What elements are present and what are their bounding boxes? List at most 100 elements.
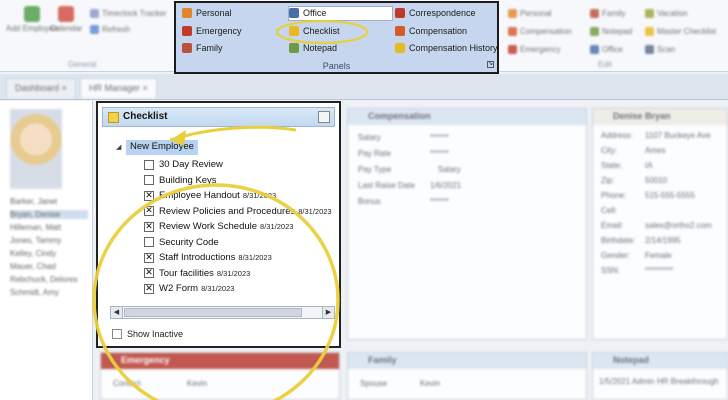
field-value: Kevin (187, 379, 208, 388)
edit-family-button[interactable]: Family (590, 9, 626, 18)
dialog-launcher-icon[interactable]: ↘ (487, 61, 494, 68)
field-value: Kevin (420, 379, 441, 388)
edit-personal-button[interactable]: Personal (508, 9, 552, 18)
family-card-title: Family (348, 353, 586, 369)
checklist-item[interactable]: ✕ Tour facilities 8/31/2023 (144, 268, 250, 279)
scroll-right-icon[interactable]: ▶ (322, 307, 334, 318)
edit-compensation-button[interactable]: Compensation (508, 27, 572, 36)
checklist-item-date: 8/31/2023 (216, 268, 251, 278)
field-value: Ames (645, 146, 666, 155)
panel-family[interactable]: Family (182, 43, 223, 53)
checklist-highlight-ellipse (275, 19, 369, 45)
vacation-icon (645, 9, 654, 18)
field-value: ****** (430, 149, 449, 158)
scrollbar-thumb[interactable] (124, 308, 302, 317)
list-item[interactable]: Kelley, Cindy (10, 249, 56, 258)
tree-node-new-employee[interactable]: New Employee (126, 140, 198, 155)
scan-button[interactable]: Scan (645, 45, 675, 54)
scroll-left-icon[interactable]: ◀ (111, 307, 123, 318)
checked-checkbox[interactable]: ✕ (144, 206, 154, 216)
checklist-item[interactable]: ✕ Staff Introductions 8/31/2023 (144, 252, 272, 263)
checklist-item-label: Review Work Schedule (159, 221, 258, 232)
checklist-item[interactable]: ✕ W2 Form 8/31/2023 (144, 283, 234, 294)
collapse-arrow-icon[interactable]: ◢ (116, 143, 121, 151)
emergency-card-title: Emergency (101, 353, 339, 369)
checklist-item-label: 30 Day Review (159, 159, 223, 170)
field-label: State: (601, 161, 622, 170)
field-value: ****** (430, 197, 449, 206)
person-card-title: Denise Bryan (593, 109, 727, 125)
edit-emergency-button[interactable]: Emergency (508, 45, 560, 54)
field-value: Female (645, 251, 672, 260)
checklist-item[interactable]: Security Code (144, 237, 219, 248)
master-checklist-icon (645, 27, 654, 36)
checklist-item-date: 8/31/2023 (242, 191, 277, 200)
field-label: Pay Type (358, 165, 392, 174)
calendar-button[interactable]: Calendar (50, 6, 82, 33)
list-item[interactable]: Jones, Tammy (10, 236, 61, 245)
checked-checkbox[interactable]: ✕ (144, 283, 154, 294)
show-inactive-checkbox[interactable]: Show Inactive (112, 329, 183, 339)
notepad-text: 1/5/2021 Admin HR Breakthrough (599, 377, 719, 386)
add-employee-icon (24, 6, 41, 22)
master-checklist-button[interactable]: Master Checklist (645, 27, 716, 36)
checked-checkbox[interactable]: ✕ (144, 190, 154, 201)
list-item[interactable]: Bryan, Denise (10, 210, 88, 219)
checked-checkbox[interactable]: ✕ (144, 252, 154, 263)
personal-icon (508, 9, 517, 18)
field-value: ********* (645, 266, 674, 275)
checkbox[interactable] (112, 329, 122, 339)
document-tabs: Dashboard × HR Manager × (0, 74, 728, 100)
employee-list: Barker, Janet Bryan, Denise Hilleman, Ma… (0, 101, 93, 400)
checklist-item-date: 8/31/2023 (298, 206, 332, 216)
list-item[interactable]: Schmidt, Amy (10, 288, 59, 297)
field-label: Contact (113, 379, 141, 388)
edit-notepad-button[interactable]: Notepad (590, 27, 632, 36)
checked-checkbox[interactable]: ✕ (144, 268, 154, 278)
tab-dashboard[interactable]: Dashboard × (6, 78, 76, 98)
panel-compensation[interactable]: Compensation (395, 26, 467, 36)
timeclock-icon (90, 9, 99, 18)
panel-compensation-history[interactable]: Compensation History (395, 43, 498, 53)
panel-personal[interactable]: Personal (182, 8, 232, 18)
edit-vacation-button[interactable]: Vacation (645, 9, 688, 18)
timeclock-tracker-button[interactable]: Timeclock Tracker (90, 9, 167, 18)
field-label: Salary (358, 133, 381, 142)
checklist-title: Checklist (123, 111, 168, 122)
checklist-panel: Checklist ◢ New Employee 30 Day Review Bu… (96, 101, 341, 348)
checklist-item-label: Review Policies and Procedures (159, 205, 296, 217)
checklist-item[interactable]: 30 Day Review (144, 159, 223, 170)
horizontal-scrollbar[interactable]: ◀ ▶ (110, 306, 335, 319)
tab-hr-manager[interactable]: HR Manager × (80, 78, 157, 98)
checklist-item[interactable]: ✕ Review Policies and Procedures 8/31/2023 (144, 206, 332, 217)
notepad-icon (590, 27, 599, 36)
emergency-card: Emergency Contact Kevin (100, 352, 340, 400)
panel-correspondence[interactable]: Correspondence (395, 8, 476, 18)
checkbox[interactable] (144, 159, 154, 170)
refresh-button[interactable]: Refresh (90, 25, 130, 34)
list-item[interactable]: Barker, Janet (10, 197, 57, 206)
field-label: Phone: (601, 191, 627, 200)
edit-office-button[interactable]: Office (590, 45, 623, 54)
family-card: Family Spouse Kevin (347, 352, 587, 400)
employee-photo (10, 109, 62, 189)
scan-icon (645, 45, 654, 54)
panel-emergency[interactable]: Emergency (182, 26, 242, 36)
office-icon (590, 45, 599, 54)
checkbox[interactable] (144, 175, 154, 185)
list-item[interactable]: Hilleman, Matt (10, 223, 61, 232)
checklist-tree: ◢ New Employee 30 Day Review Building Key… (102, 131, 335, 305)
checklist-item[interactable]: ✕ Review Work Schedule 8/31/2023 (144, 221, 293, 232)
field-label: Gender: (601, 251, 630, 260)
checklist-item-date: 8/31/2023 (238, 253, 272, 262)
checklist-item-label: Staff Introductions (159, 252, 236, 263)
checklist-item-label: W2 Form (159, 283, 199, 294)
list-item[interactable]: Mauer, Chad (10, 262, 56, 271)
checked-checkbox[interactable]: ✕ (144, 221, 154, 232)
panel-maximize-button[interactable] (318, 111, 330, 123)
checkbox[interactable] (144, 237, 154, 247)
list-item[interactable]: Rebchuck, Delores (10, 275, 78, 284)
checklist-item[interactable]: Building Keys (144, 175, 217, 186)
checklist-item[interactable]: ✕ Employee Handout 8/31/2023 (144, 190, 276, 201)
field-label: Spouse (360, 379, 388, 388)
